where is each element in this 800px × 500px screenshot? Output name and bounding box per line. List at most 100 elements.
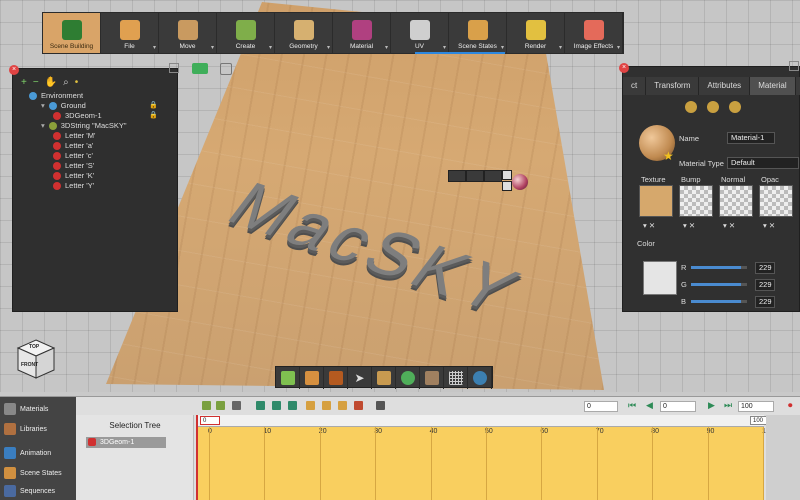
- zoom-tool-button[interactable]: [396, 367, 420, 389]
- timeline-track-area[interactable]: 0 100 0102030405060708090100: [196, 415, 774, 500]
- tab-ct[interactable]: ct: [623, 77, 647, 95]
- toolbar-uv-button[interactable]: UV ▾: [391, 13, 449, 53]
- rgb-slider-track[interactable]: [691, 283, 747, 286]
- ground-tool-button[interactable]: [420, 367, 444, 389]
- hand-icon[interactable]: ✋: [45, 77, 57, 88]
- add-node-button[interactable]: +: [21, 77, 27, 88]
- search-icon[interactable]: ⌕: [63, 77, 69, 88]
- material-preset-2-icon[interactable]: [707, 101, 719, 113]
- rgb-value-field[interactable]: 229: [755, 262, 775, 274]
- toolbar-material-button[interactable]: Material ▾: [333, 13, 391, 53]
- end-frame-field[interactable]: 100: [738, 401, 774, 412]
- object-gizmo[interactable]: [448, 170, 528, 192]
- toolbar-file-button[interactable]: File ▾: [101, 13, 159, 53]
- material-name-field[interactable]: Material-1: [727, 132, 775, 144]
- tree-item[interactable]: ▾ 3DString "MacSKY": [41, 121, 127, 130]
- align-left-icon[interactable]: [256, 401, 265, 410]
- tree-item[interactable]: Letter 'Y': [53, 181, 94, 190]
- link-gizmo-icon[interactable]: [484, 170, 502, 182]
- nav-sequences[interactable]: Sequences: [4, 485, 55, 497]
- tab-attributes[interactable]: Attributes: [699, 77, 751, 95]
- tree-item[interactable]: Letter 'S': [53, 161, 94, 170]
- settings-list-icon[interactable]: [376, 401, 385, 410]
- record-icon[interactable]: ⏺: [788, 400, 793, 411]
- nav-materials[interactable]: Materials: [4, 403, 48, 415]
- navigation-cube[interactable]: TOP FRONT: [16, 338, 56, 379]
- arrow-down-icon[interactable]: [502, 181, 512, 191]
- toolbar-move-button[interactable]: Move ▾: [159, 13, 217, 53]
- material-type-select[interactable]: Default: [727, 157, 799, 169]
- nav-animation[interactable]: Animation: [4, 447, 51, 459]
- marker-icon[interactable]: [306, 401, 315, 410]
- camera-icon[interactable]: [192, 63, 208, 74]
- color-dots-icon[interactable]: •: [75, 77, 79, 88]
- playhead[interactable]: [196, 415, 198, 500]
- lock-icon[interactable]: 🔒: [149, 101, 158, 109]
- expand-chevron-icon[interactable]: ▾: [41, 101, 45, 110]
- nav-scene-states[interactable]: Scene States: [4, 467, 62, 479]
- material-preset-1-icon[interactable]: [685, 101, 697, 113]
- channel-controls-icon[interactable]: ▾ ✕: [683, 221, 695, 230]
- channel-swatch[interactable]: [639, 185, 673, 217]
- channel-swatch[interactable]: [679, 185, 713, 217]
- timeline-scrollbar[interactable]: [766, 415, 800, 500]
- tree-item[interactable]: Letter 'a': [53, 141, 93, 150]
- tree-item[interactable]: 3DGeom-1: [53, 111, 102, 120]
- tab-transform[interactable]: Transform: [646, 77, 700, 95]
- arrow-up-icon[interactable]: [502, 170, 512, 180]
- close-icon[interactable]: ×: [9, 65, 19, 75]
- color-swatch[interactable]: [643, 261, 677, 295]
- go-end-icon[interactable]: ⏭: [724, 400, 732, 411]
- tree-item[interactable]: Letter 'K': [53, 171, 94, 180]
- channel-controls-icon[interactable]: ▾ ✕: [723, 221, 735, 230]
- channel-swatch[interactable]: [719, 185, 753, 217]
- floor-tool-button[interactable]: [372, 367, 396, 389]
- remove-node-button[interactable]: −: [33, 77, 39, 88]
- close-icon[interactable]: ×: [619, 63, 629, 73]
- toolbar-create-button[interactable]: Create ▾: [217, 13, 275, 53]
- panel-resize-icon[interactable]: [789, 61, 799, 71]
- camera-orbit-button[interactable]: [468, 367, 492, 389]
- grid-toggle-button[interactable]: [444, 367, 468, 389]
- nav-libraries[interactable]: Libraries: [4, 423, 47, 435]
- lock-icon[interactable]: 🔒: [149, 111, 158, 119]
- expand-chevron-icon[interactable]: ▾: [41, 121, 45, 130]
- favorite-star-icon[interactable]: ★: [663, 149, 674, 163]
- move-gizmo-icon[interactable]: [448, 170, 466, 182]
- channel-controls-icon[interactable]: ▾ ✕: [643, 221, 655, 230]
- paste-icon[interactable]: [338, 401, 347, 410]
- material-ball-icon[interactable]: [512, 174, 528, 190]
- toolbar-scene-states-button[interactable]: Scene States ▾: [449, 13, 507, 53]
- rgb-slider-track[interactable]: [691, 300, 747, 303]
- rgb-value-field[interactable]: 229: [755, 296, 775, 308]
- tree-item[interactable]: Letter 'M': [53, 131, 95, 140]
- shading-box-button[interactable]: [324, 367, 348, 389]
- current-frame-field[interactable]: 0: [660, 401, 696, 412]
- tab-material[interactable]: Material: [750, 77, 796, 95]
- keyframe-add-icon[interactable]: [202, 401, 211, 410]
- rgb-slider-track[interactable]: [691, 266, 747, 269]
- tree-item[interactable]: Environment: [29, 91, 83, 100]
- tree-item[interactable]: Letter 'c': [53, 151, 93, 160]
- key-icon[interactable]: [322, 401, 331, 410]
- timeline-ruler[interactable]: 0 100: [196, 415, 770, 427]
- toolbar-image-effects-button[interactable]: Image Effects ▾: [565, 13, 623, 53]
- channel-controls-icon[interactable]: ▾ ✕: [763, 221, 775, 230]
- rotate-gizmo-icon[interactable]: [466, 170, 484, 182]
- keyframe-tool-icon[interactable]: [232, 401, 241, 410]
- step-back-icon[interactable]: ◀: [646, 400, 653, 411]
- tree-item[interactable]: ▾ Ground: [41, 101, 86, 110]
- rgb-value-field[interactable]: 229: [755, 279, 775, 291]
- view-cube-button[interactable]: [276, 367, 300, 389]
- start-frame-field[interactable]: 0: [584, 401, 618, 412]
- material-preset-3-icon[interactable]: [729, 101, 741, 113]
- align-center-icon[interactable]: [272, 401, 281, 410]
- range-start-field[interactable]: 0: [200, 416, 220, 425]
- delete-icon[interactable]: [354, 401, 363, 410]
- go-start-icon[interactable]: ⏮: [628, 400, 636, 411]
- toolbar-geometry-button[interactable]: Geometry ▾: [275, 13, 333, 53]
- selection-tree-item[interactable]: 3DGeom-1: [86, 437, 166, 448]
- toolbar-scene-building-button[interactable]: Scene Building: [43, 13, 101, 53]
- toolbar-render-button[interactable]: Render ▾: [507, 13, 565, 53]
- play-icon[interactable]: ▶: [708, 400, 715, 411]
